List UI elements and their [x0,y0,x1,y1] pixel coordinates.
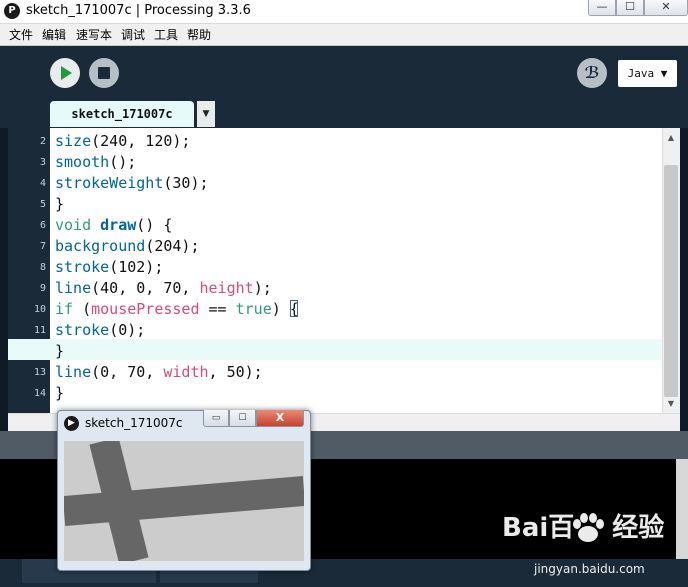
code-token: (102); [109,258,164,276]
code-token: ( [73,300,92,318]
watermark-url: jingyan.baidu.com [534,562,645,576]
code-line[interactable]: line(40, 0, 70, height); [55,278,272,299]
code-line[interactable]: } [55,194,64,215]
code-line[interactable]: if (mousePressed == true) { [55,299,299,320]
menu-help[interactable]: 帮助 [187,27,211,43]
code-token: (30); [163,174,209,192]
window-title: sketch_171007c | Processing 3.3.6 [26,3,251,18]
menu-edit[interactable]: 编辑 [42,27,66,43]
code-token: smooth [55,153,110,171]
code-token: size [55,132,92,150]
code-line[interactable]: stroke(0); [55,320,145,341]
code-line[interactable]: } [55,341,64,362]
code-token: true [235,300,272,318]
code-token: } [55,384,65,402]
code-line[interactable]: strokeWeight(30); [55,173,209,194]
scroll-up-arrow-icon[interactable]: ▲ [664,131,678,145]
code-token: } [55,342,65,360]
code-token: width [163,363,209,381]
code-token: line [55,363,92,381]
menu-bar: 文件 编辑 速写本 调试 工具 帮助 [0,24,688,46]
code-line[interactable]: line(0, 70, width, 50); [55,362,263,383]
scroll-down-arrow-icon[interactable]: ▼ [664,397,678,411]
watermark-brand: Bai百 [502,513,575,543]
sketch-maximize-button[interactable]: ☐ [229,410,256,427]
canvas-line-horizontal [64,476,304,526]
maximize-button[interactable]: ☐ [616,0,644,16]
console-scrollbar[interactable] [676,459,688,559]
stop-button[interactable] [89,58,119,88]
code-token: (40, 0, 70, [91,279,200,297]
code-token: void [55,216,92,234]
bracket-match-marker [290,300,298,317]
sketch-close-button[interactable]: X [256,410,304,427]
code-token: draw [100,216,137,234]
run-button[interactable] [50,58,80,88]
code-token: , 50); [208,363,263,381]
code-token: (204); [145,237,200,255]
code-token: mousePressed [91,300,200,318]
code-area[interactable]: size(240, 120); smooth(); strokeWeight(30)… [0,128,662,413]
code-line[interactable]: void draw() { [55,215,172,236]
sketch-minimize-button[interactable]: ▭ [203,410,229,427]
menu-debug[interactable]: 调试 [121,27,145,43]
code-token: ); [253,279,272,297]
code-token: () { [136,216,173,234]
code-token: background [55,237,146,255]
code-token: (0, 70, [91,363,164,381]
vertical-scroll-thumb[interactable] [664,165,678,397]
code-line[interactable]: } [55,383,64,404]
code-line[interactable]: stroke(102); [55,257,163,278]
menu-sketch[interactable]: 速写本 [76,27,112,43]
code-token: (); [109,153,137,171]
menu-tools[interactable]: 工具 [154,27,178,43]
sketch-window-icon: ▶ [64,416,79,431]
code-line[interactable]: size(240, 120); [55,131,190,152]
sketch-canvas[interactable] [64,441,304,561]
tab-sketch[interactable]: sketch_171007c [50,101,194,127]
tab-menu-button[interactable]: ▼ [197,101,215,127]
processing-app-icon: P [4,3,20,19]
butterfly-icon: ℬ [584,63,600,82]
minimize-button[interactable]: — [588,0,616,16]
code-line[interactable]: smooth(); [55,152,136,173]
menu-file[interactable]: 文件 [9,27,33,43]
code-line[interactable]: background(204); [55,236,200,257]
code-token: strokeWeight [55,174,164,192]
code-token: stroke [55,321,110,339]
code-token: == [199,300,236,318]
mode-selector[interactable]: Java ▼ [618,60,677,87]
watermark-site: 经验 [612,513,665,543]
close-button[interactable]: ✕ [644,0,688,16]
code-token: (240, 120); [91,132,191,150]
code-token: line [55,279,92,297]
code-token: height [199,279,254,297]
debugger-button[interactable]: ℬ [577,58,607,88]
code-token: stroke [55,258,110,276]
code-token: } [55,195,65,213]
paw-icon [573,513,604,542]
sketch-window-title: sketch_171007c [85,416,183,430]
code-token: (0); [109,321,146,339]
code-token: if [55,300,74,318]
